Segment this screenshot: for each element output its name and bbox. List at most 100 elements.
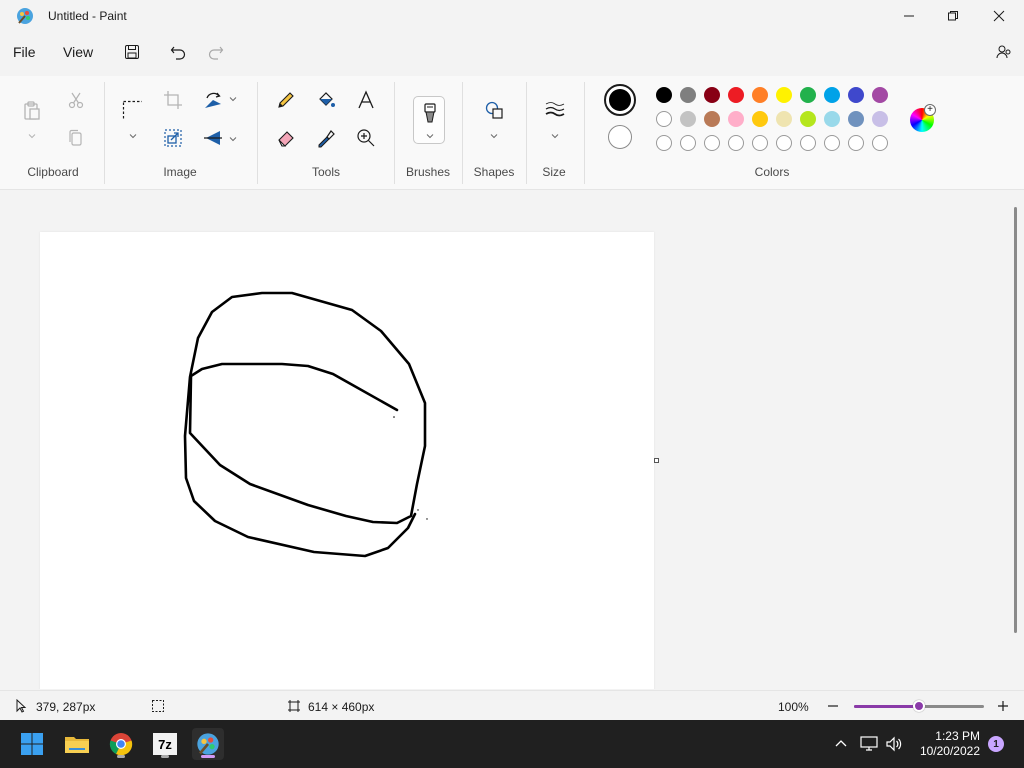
primary-color-button[interactable]: [604, 84, 636, 116]
size-group-label: Size: [542, 165, 566, 179]
chevron-down-icon[interactable]: [128, 131, 138, 141]
brushes-button[interactable]: [413, 96, 445, 144]
system-clock[interactable]: 1:23 PM 10/20/2022: [914, 729, 980, 759]
zoom-out-icon[interactable]: [826, 699, 840, 713]
palette-swatch[interactable]: [824, 87, 840, 103]
canvas-workspace[interactable]: [0, 191, 1016, 689]
select-button[interactable]: [118, 96, 146, 124]
vertical-scrollbar[interactable]: [1014, 207, 1017, 633]
primary-color-swatch: [609, 89, 631, 111]
palette-swatch[interactable]: [728, 87, 744, 103]
chevron-down-icon[interactable]: [228, 94, 238, 104]
palette-swatch[interactable]: [656, 111, 672, 127]
custom-color-slot[interactable]: [656, 135, 672, 151]
undo-icon: [170, 46, 186, 60]
custom-color-slot[interactable]: [848, 135, 864, 151]
paint-taskbar-button[interactable]: [192, 728, 224, 760]
view-menu[interactable]: View: [63, 44, 93, 60]
palette-swatch[interactable]: [824, 111, 840, 127]
chevron-up-icon[interactable]: [834, 737, 848, 751]
eyedropper-icon: [318, 130, 335, 148]
palette-swatch[interactable]: [872, 111, 888, 127]
cursor-icon: [16, 699, 27, 713]
palette-swatch[interactable]: [728, 111, 744, 127]
start-button[interactable]: [16, 728, 48, 760]
restore-button[interactable]: [930, 0, 976, 32]
close-button[interactable]: [976, 0, 1022, 32]
custom-color-slot[interactable]: [824, 135, 840, 151]
chevron-down-icon[interactable]: [228, 134, 238, 144]
shapes-button[interactable]: [480, 96, 508, 124]
crop-button[interactable]: [159, 86, 187, 114]
size-button[interactable]: [541, 96, 569, 124]
file-menu[interactable]: File: [13, 44, 36, 60]
plus-icon: +: [924, 104, 936, 116]
network-icon[interactable]: [860, 736, 878, 752]
palette-swatch[interactable]: [776, 87, 792, 103]
palette-swatch[interactable]: [800, 111, 816, 127]
title-bar: Untitled - Paint: [0, 0, 1024, 32]
minimize-icon: [904, 15, 914, 17]
notification-badge[interactable]: 1: [988, 736, 1004, 752]
palette-swatch[interactable]: [848, 111, 864, 127]
palette-swatch[interactable]: [800, 87, 816, 103]
ribbon-separator: [104, 82, 105, 184]
custom-color-slot[interactable]: [752, 135, 768, 151]
flip-button[interactable]: [199, 124, 227, 152]
chevron-down-icon[interactable]: [550, 131, 560, 141]
custom-color-slot[interactable]: [704, 135, 720, 151]
save-button[interactable]: [118, 40, 146, 64]
cut-button[interactable]: [62, 86, 90, 114]
custom-color-slot[interactable]: [728, 135, 744, 151]
chevron-down-icon[interactable]: [489, 131, 499, 141]
zoom-in-icon[interactable]: [996, 699, 1010, 713]
pencil-icon: [278, 92, 294, 108]
file-explorer-button[interactable]: [61, 728, 93, 760]
account-button[interactable]: [990, 40, 1018, 64]
edit-colors-button[interactable]: +: [910, 104, 936, 132]
palette-swatch[interactable]: [704, 87, 720, 103]
status-bar: 379, 287px 614 × 460px 100%: [0, 690, 1024, 720]
canvas-resize-handle[interactable]: [654, 458, 659, 463]
eraser-tool[interactable]: [272, 124, 300, 152]
7zip-icon: 7z: [153, 733, 177, 755]
custom-color-slot[interactable]: [680, 135, 696, 151]
fill-tool[interactable]: [312, 86, 340, 114]
palette-swatch[interactable]: [680, 111, 696, 127]
paste-button[interactable]: [18, 96, 46, 124]
7zip-button[interactable]: 7z: [149, 728, 181, 760]
volume-icon[interactable]: [885, 736, 903, 752]
zoom-slider-thumb[interactable]: [913, 700, 925, 712]
selection-size-icon: [152, 700, 164, 712]
canvas-size: 614 × 460px: [308, 700, 375, 714]
pencil-tool[interactable]: [272, 86, 300, 114]
folder-icon: [65, 737, 89, 753]
custom-color-slot[interactable]: [872, 135, 888, 151]
palette-swatch[interactable]: [776, 111, 792, 127]
chevron-down-icon[interactable]: [27, 131, 37, 141]
resize-button[interactable]: [159, 124, 187, 152]
text-tool[interactable]: [352, 86, 380, 114]
rotate-button[interactable]: [199, 86, 227, 114]
secondary-color-button[interactable]: [608, 125, 632, 149]
magnifier-tool[interactable]: [352, 124, 380, 152]
minimize-button[interactable]: [886, 0, 932, 32]
chrome-button[interactable]: [105, 728, 137, 760]
redo-button[interactable]: [202, 40, 230, 64]
color-picker-tool[interactable]: [312, 124, 340, 152]
ribbon-separator: [526, 82, 527, 184]
active-indicator: [201, 755, 215, 758]
palette-swatch[interactable]: [752, 111, 768, 127]
drawing-canvas[interactable]: [40, 232, 654, 689]
zoom-slider-track[interactable]: [854, 700, 984, 712]
custom-color-slot[interactable]: [800, 135, 816, 151]
palette-swatch[interactable]: [680, 87, 696, 103]
palette-swatch[interactable]: [656, 87, 672, 103]
palette-swatch[interactable]: [848, 87, 864, 103]
copy-button[interactable]: [62, 124, 90, 152]
palette-swatch[interactable]: [872, 87, 888, 103]
palette-swatch[interactable]: [752, 87, 768, 103]
palette-swatch[interactable]: [704, 111, 720, 127]
undo-button[interactable]: [164, 40, 192, 64]
custom-color-slot[interactable]: [776, 135, 792, 151]
